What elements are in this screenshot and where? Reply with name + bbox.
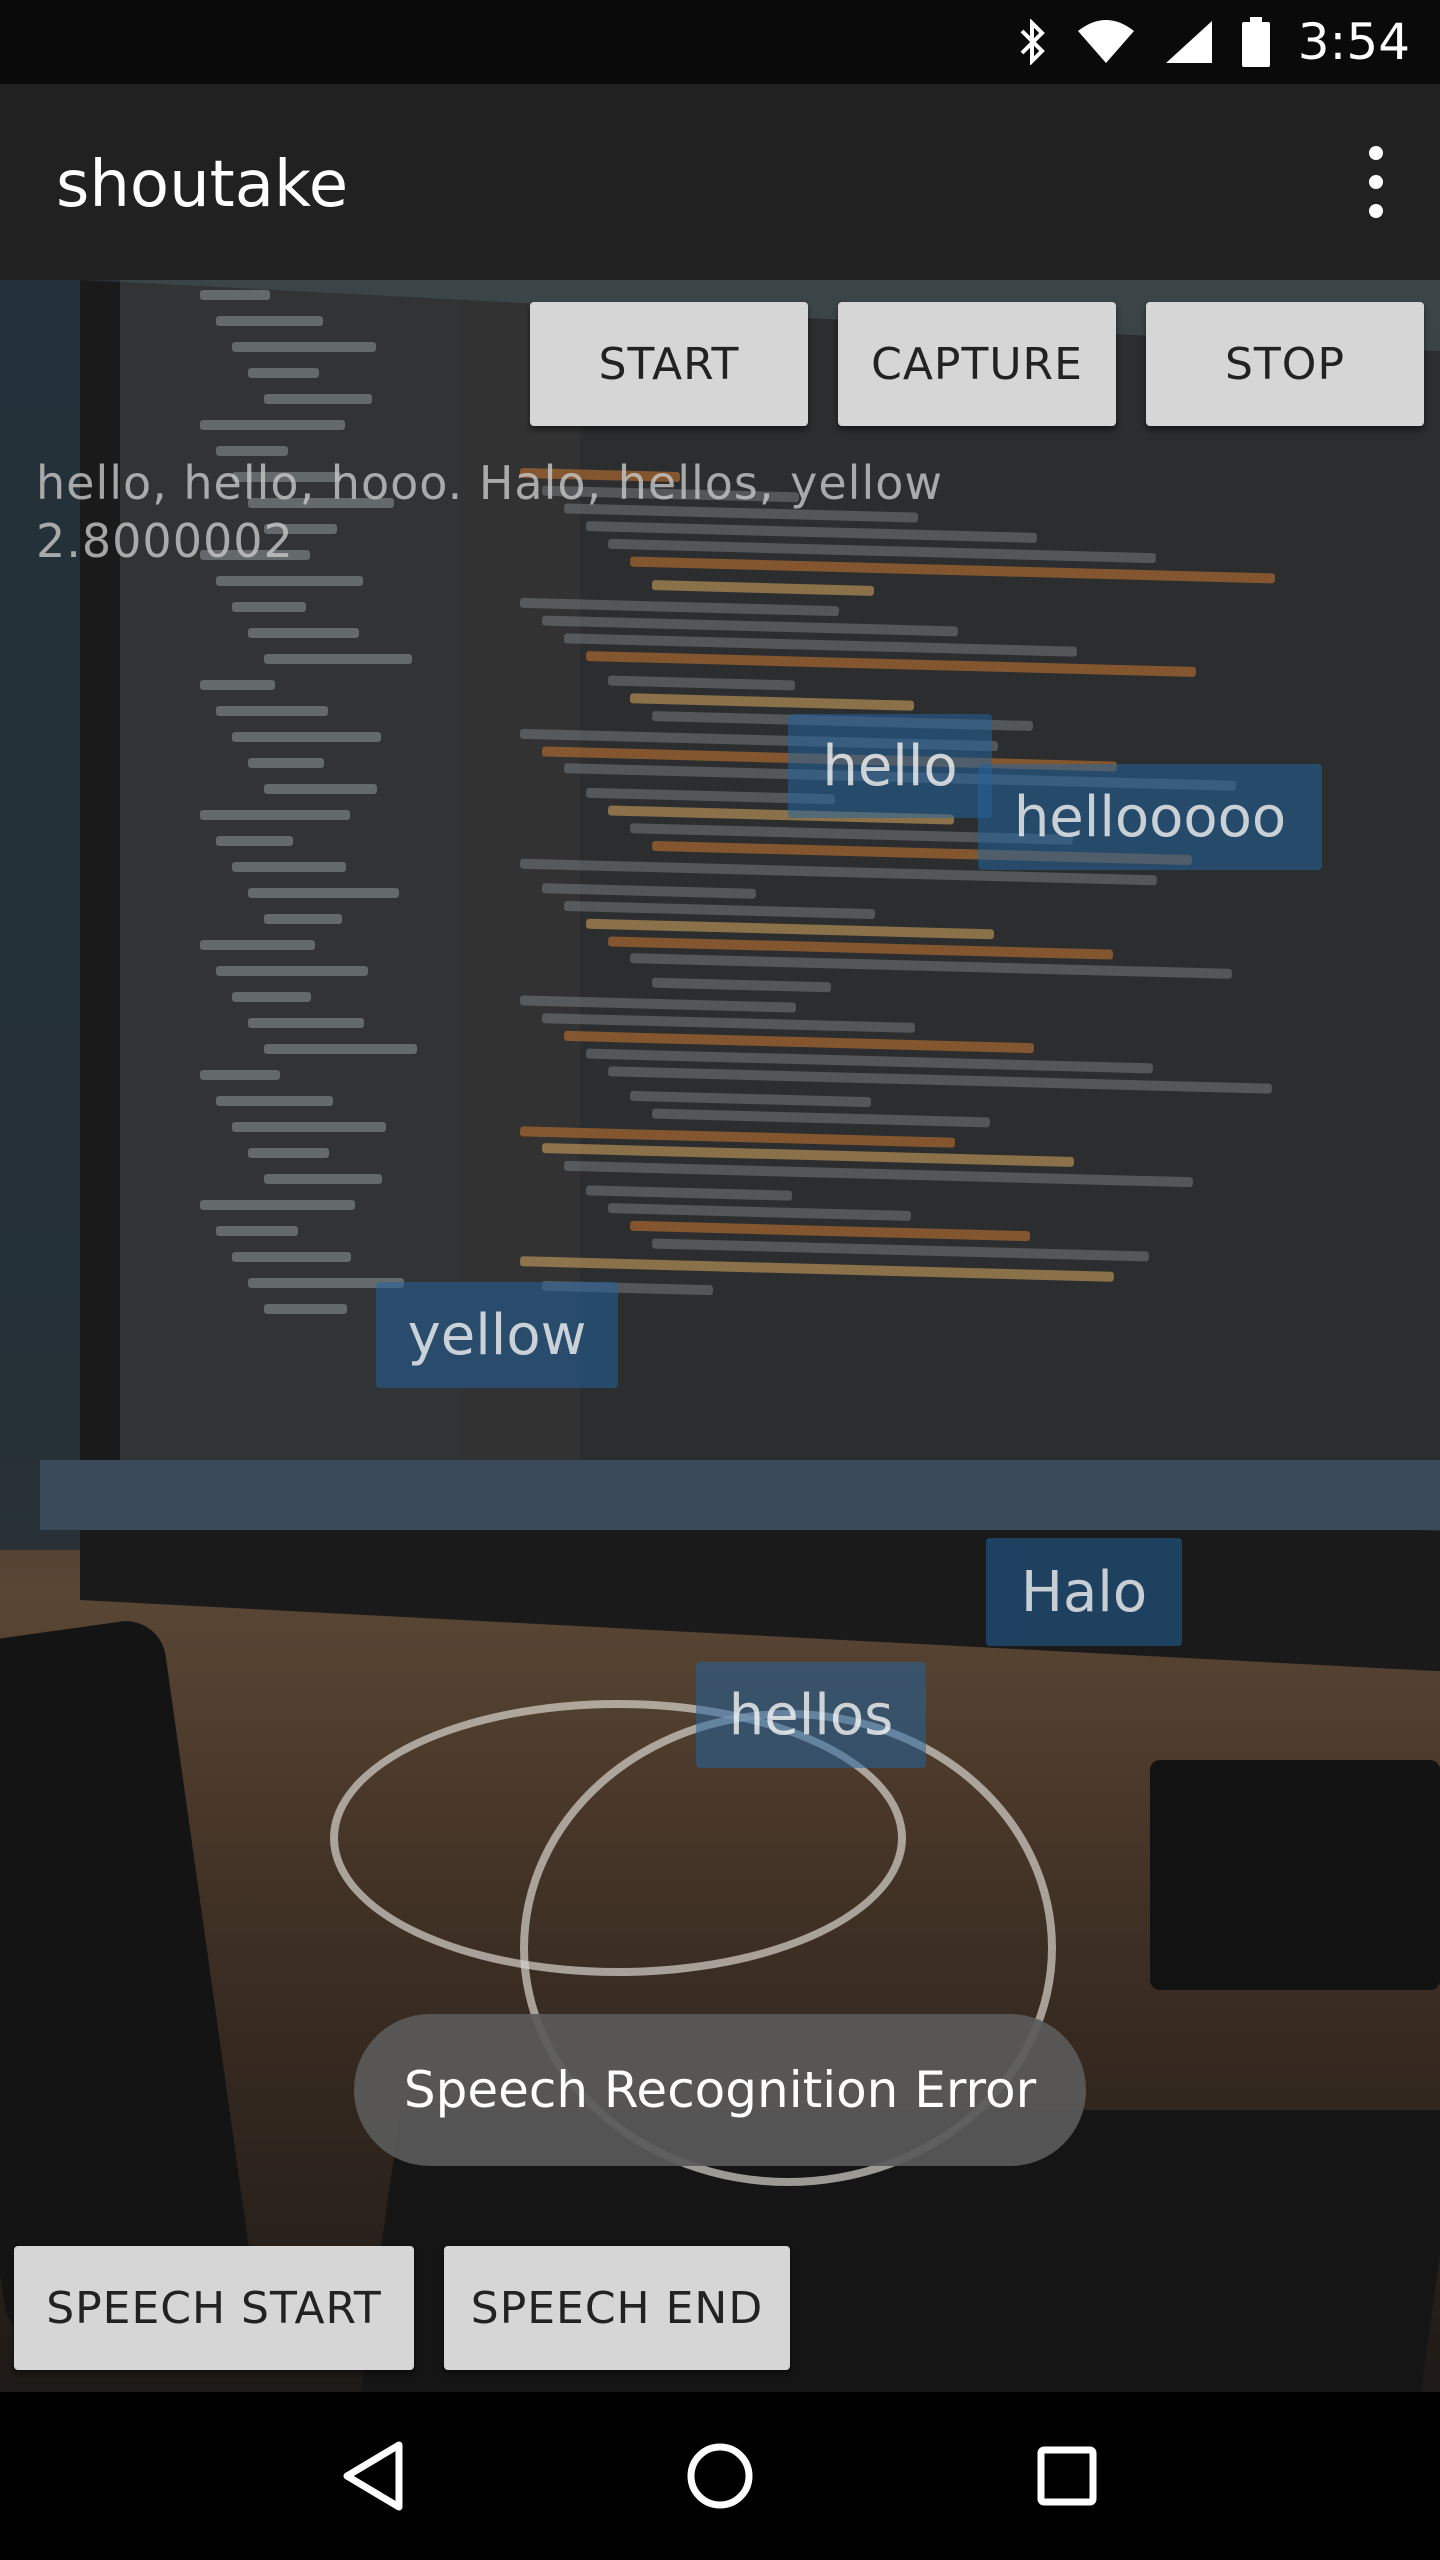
- camera-scene-tree-line: [248, 888, 399, 898]
- speech-end-button[interactable]: SPEECH END: [444, 2246, 790, 2370]
- camera-scene-tree-line: [232, 1252, 351, 1262]
- camera-scene-tree-line: [200, 420, 345, 430]
- camera-scene-tree-line: [232, 732, 381, 742]
- app-bar: shoutake: [0, 84, 1440, 280]
- camera-scene-tree-line: [264, 1174, 382, 1184]
- stop-button[interactable]: STOP: [1146, 302, 1424, 426]
- camera-scene-tree-line: [216, 836, 293, 846]
- transcript-text: hello, hello, hooo. Halo, hellos, yellow: [36, 456, 943, 510]
- camera-scene-tree-line: [264, 784, 377, 794]
- floating-word: yellow: [376, 1282, 618, 1388]
- camera-scene-tree-line: [216, 576, 363, 586]
- app-screen: 3:54 shoutake START CAPTURE STOP hello, …: [0, 0, 1440, 2560]
- camera-scene-router: [1150, 1760, 1440, 1990]
- wifi-icon: [1076, 19, 1136, 65]
- camera-scene-tree-line: [216, 316, 323, 326]
- app-title: shoutake: [56, 148, 349, 222]
- camera-scene-tree-line: [232, 862, 346, 872]
- capture-button[interactable]: CAPTURE: [838, 302, 1116, 426]
- camera-scene-tree-line: [200, 940, 315, 950]
- signal-icon: [1164, 19, 1214, 65]
- camera-scene-tree-line: [200, 1070, 280, 1080]
- camera-scene-tree-line: [248, 1018, 364, 1028]
- camera-scene-tree-line: [264, 1044, 417, 1054]
- floating-word: hello: [788, 714, 992, 818]
- camera-scene-tree-line: [264, 1304, 347, 1314]
- camera-scene-tree-line: [248, 628, 359, 638]
- back-icon[interactable]: [323, 2426, 423, 2526]
- camera-scene-tree-line: [216, 1096, 333, 1106]
- toast-message: Speech Recognition Error: [354, 2014, 1086, 2166]
- camera-scene-tree-line: [200, 680, 275, 690]
- camera-scene-tree-line: [216, 446, 288, 456]
- status-bar: 3:54: [0, 0, 1440, 84]
- bluetooth-icon: [1018, 19, 1048, 65]
- camera-scene-tree-line: [216, 1226, 298, 1236]
- floating-word: hellooooo: [978, 764, 1322, 870]
- overflow-menu-icon[interactable]: [1352, 146, 1400, 218]
- camera-scene-phone: [0, 1616, 258, 2344]
- home-icon[interactable]: [670, 2426, 770, 2526]
- transcript-score: 2.8000002: [36, 514, 294, 568]
- camera-scene-tree-line: [232, 342, 376, 352]
- navigation-bar: [0, 2392, 1440, 2560]
- camera-scene-tree-line: [248, 1148, 329, 1158]
- camera-scene-tree-line: [200, 290, 270, 300]
- camera-scene-tree-line: [232, 602, 306, 612]
- floating-word: Halo: [986, 1538, 1182, 1646]
- camera-scene-tree-line: [232, 1122, 386, 1132]
- camera-scene-tree-line: [264, 914, 342, 924]
- camera-scene-tree-line: [264, 394, 372, 404]
- camera-scene-tree-line: [216, 966, 368, 976]
- camera-scene-tree-line: [264, 654, 412, 664]
- status-time: 3:54: [1297, 13, 1410, 71]
- camera-scene-tree-line: [248, 368, 319, 378]
- recents-icon[interactable]: [1017, 2426, 1117, 2526]
- camera-scene-tree-line: [216, 706, 328, 716]
- camera-scene-tree-line: [200, 1200, 355, 1210]
- camera-scene-tree-line: [232, 992, 311, 1002]
- camera-scene-tree-line: [200, 810, 350, 820]
- camera-scene-taskbar: [40, 1460, 1440, 1530]
- floating-word: hellos: [696, 1662, 926, 1768]
- camera-scene-tree-line: [248, 758, 324, 768]
- start-button[interactable]: START: [530, 302, 808, 426]
- speech-start-button[interactable]: SPEECH START: [14, 2246, 414, 2370]
- battery-icon: [1241, 17, 1270, 67]
